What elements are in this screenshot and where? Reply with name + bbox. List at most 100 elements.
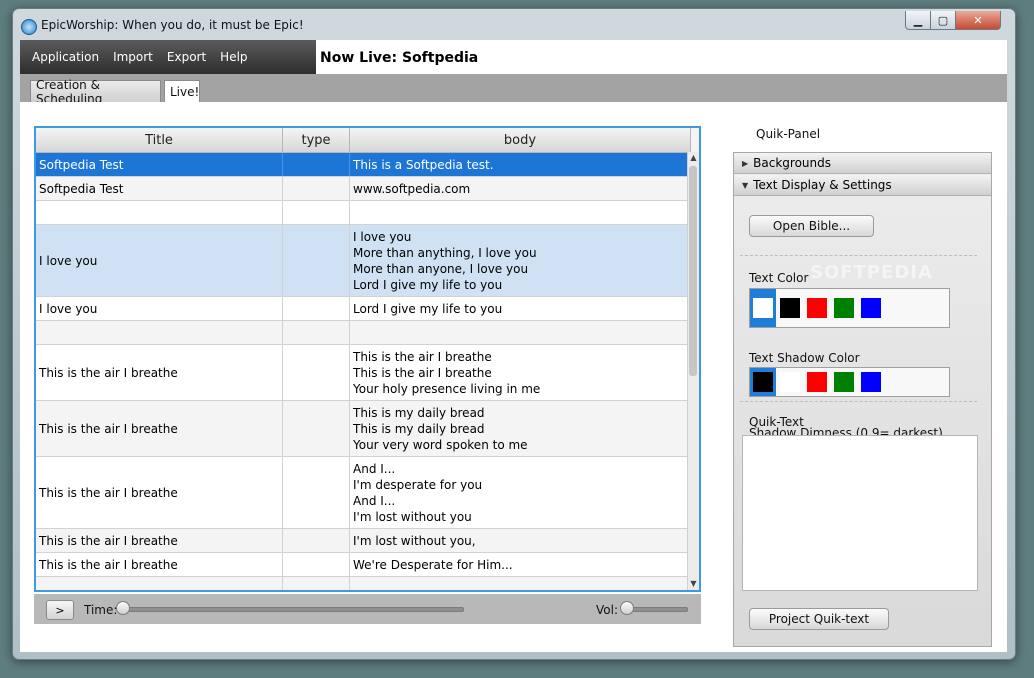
cell-title: Softpedia Test [36, 153, 283, 176]
text-color-swatch[interactable] [753, 298, 773, 318]
slides-table: Title type body Softpedia Test This is a … [34, 126, 701, 592]
cell-title [36, 577, 283, 590]
accordion-backgrounds[interactable]: ▶ Backgrounds [734, 153, 991, 174]
tab-live[interactable]: Live! [164, 80, 200, 103]
scrollbar-thumb[interactable] [689, 166, 697, 376]
body-line: Lord I give my life to you [353, 302, 503, 316]
cell-type [283, 177, 350, 200]
text-color-swatch[interactable] [834, 298, 854, 318]
body-line: I'm lost without you, [353, 534, 476, 548]
quik-panel-label: Quik-Panel [756, 127, 821, 141]
table-scrollbar[interactable]: ▲ ▼ [687, 152, 699, 590]
scroll-down-icon[interactable]: ▼ [689, 579, 698, 589]
cell-title: This is the air I breathe [36, 529, 283, 552]
expand-arrow-icon: ▶ [742, 158, 749, 168]
body-line: I'm lost without you [353, 510, 472, 524]
separator [740, 255, 977, 256]
text-color-swatch[interactable] [807, 298, 827, 318]
text-color-swatch[interactable] [888, 298, 908, 318]
table-row[interactable]: I love you Lord I give my life to you [36, 297, 691, 321]
cell-type [283, 553, 350, 576]
table-row[interactable] [36, 201, 691, 225]
live-tab-content: Title type body Softpedia Test This is a … [20, 102, 1007, 652]
cell-body: This is my daily bread This is my daily b… [350, 401, 691, 456]
cell-type [283, 225, 350, 296]
quik-text-input[interactable] [742, 435, 978, 591]
table-row[interactable]: I love you I love you More than anything, … [36, 225, 691, 297]
shadow-color-swatch[interactable] [780, 372, 800, 392]
body-line: And I... [353, 462, 396, 476]
cell-body: Lord I give my life to you [350, 297, 691, 320]
cell-type [283, 577, 350, 590]
cell-title: Softpedia Test [36, 177, 283, 200]
title-bar[interactable]: EpicWorship: When you do, it must be Epi… [13, 9, 1015, 41]
shadow-color-swatch[interactable] [834, 372, 854, 392]
cell-type [283, 297, 350, 320]
accordion-text-display[interactable]: ▼ Text Display & Settings [734, 175, 991, 196]
body-line: We're Desperate for Him... [353, 558, 513, 572]
project-quik-text-button[interactable]: Project Quik-text [749, 608, 889, 630]
table-header: Title type body [36, 128, 691, 153]
text-color-swatch[interactable] [915, 298, 935, 318]
tab-creation-scheduling[interactable]: Creation & Scheduling [30, 78, 161, 106]
menu-help[interactable]: Help [214, 50, 255, 64]
text-color-label: Text Color [749, 271, 809, 285]
scroll-up-icon[interactable]: ▲ [689, 153, 698, 163]
text-color-swatch[interactable] [780, 298, 800, 318]
table-row[interactable]: This is the air I breathe This is my dail… [36, 401, 691, 457]
cell-type [283, 529, 350, 552]
body-line: Lord I give my life to you [353, 278, 503, 292]
menu-application[interactable]: Application [26, 50, 107, 64]
cell-body: This is a Softpedia test. [350, 153, 691, 176]
separator [740, 401, 977, 402]
table-row[interactable] [36, 321, 691, 345]
cell-title: I love you [36, 225, 283, 296]
table-row[interactable]: This is the air I breathe We're Desperate… [36, 553, 691, 577]
body-line: This is the air I breathe [353, 350, 492, 364]
body-line: I love you [353, 230, 412, 244]
play-button[interactable]: > [46, 600, 74, 620]
shadow-color-swatch[interactable] [861, 372, 881, 392]
cell-type [283, 201, 350, 224]
cell-body [350, 201, 691, 224]
table-row[interactable]: Softpedia Test www.softpedia.com [36, 177, 691, 201]
column-header-title[interactable]: Title [36, 128, 283, 152]
table-row[interactable]: Softpedia Test This is a Softpedia test. [36, 153, 691, 177]
menu-export[interactable]: Export [161, 50, 214, 64]
table-row[interactable]: This is the air I breathe And I... I'm des… [36, 457, 691, 529]
cell-title: I love you [36, 297, 283, 320]
app-window: EpicWorship: When you do, it must be Epi… [12, 8, 1016, 660]
text-color-palette [749, 288, 950, 328]
shadow-color-swatch[interactable] [915, 372, 935, 392]
menu-import[interactable]: Import [107, 50, 161, 64]
shadow-color-swatch[interactable] [753, 372, 773, 392]
minimize-icon: ▁ [913, 13, 923, 27]
maximize-button[interactable]: ▢ [930, 11, 956, 30]
cell-title [36, 321, 283, 344]
now-live-title: Now Live: Softpedia [320, 50, 479, 66]
table-row[interactable] [36, 577, 691, 590]
body-line: Your holy presence living in me [353, 382, 541, 396]
cell-title: This is the air I breathe [36, 553, 283, 576]
close-button[interactable]: ✕ [955, 11, 1001, 30]
open-bible-button[interactable]: Open Bible... [749, 215, 874, 237]
text-shadow-color-label: Text Shadow Color [749, 351, 860, 365]
cell-body: I love you More than anything, I love you… [350, 225, 691, 296]
minimize-button[interactable]: ▁ [905, 11, 931, 30]
column-header-body[interactable]: body [350, 128, 691, 152]
watermark: SOFTPEDIA [810, 262, 933, 283]
volume-slider-knob[interactable] [620, 601, 634, 615]
shadow-color-swatch[interactable] [888, 372, 908, 392]
cell-type [283, 153, 350, 176]
shadow-color-swatch[interactable] [807, 372, 827, 392]
time-slider[interactable] [122, 607, 464, 612]
body-line: This is a Softpedia test. [353, 158, 494, 172]
body-line: More than anyone, I love you [353, 262, 529, 276]
time-slider-knob[interactable] [116, 601, 130, 615]
column-header-type[interactable]: type [283, 128, 350, 152]
table-row[interactable]: This is the air I breathe This is the air… [36, 345, 691, 401]
text-color-swatch[interactable] [861, 298, 881, 318]
volume-slider[interactable] [626, 607, 688, 612]
body-line: This is my daily bread [353, 422, 485, 436]
table-row[interactable]: This is the air I breathe I'm lost withou… [36, 529, 691, 553]
